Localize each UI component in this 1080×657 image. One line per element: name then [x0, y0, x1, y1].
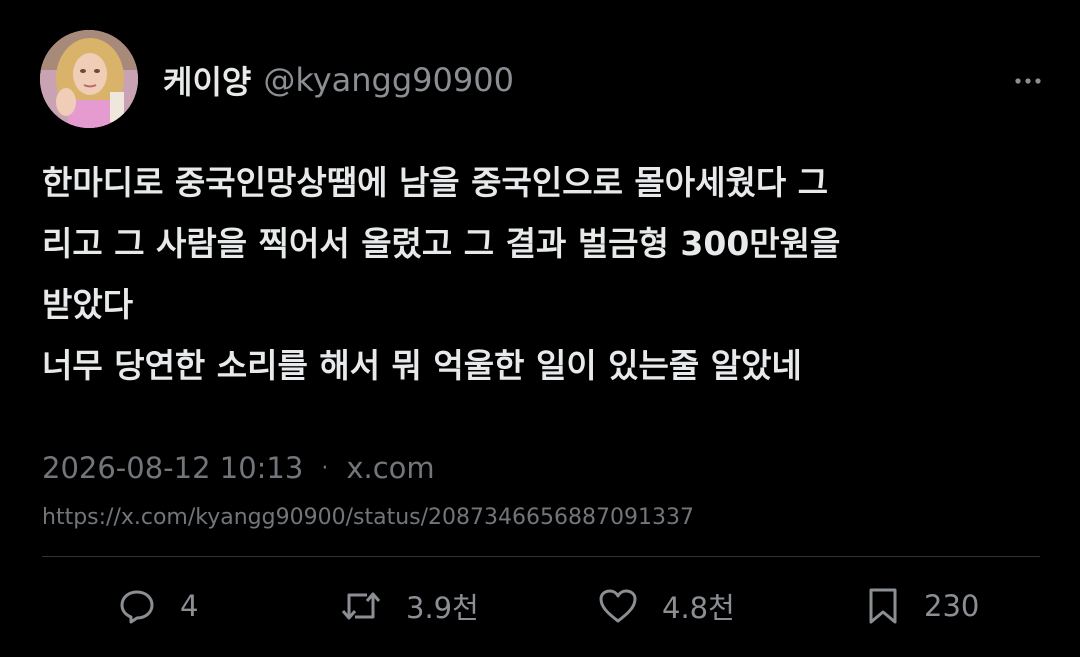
like-button[interactable]: 4.8천	[598, 584, 735, 628]
tweet-line: 리고 그 사람을 찍어서 올렸고 그 결과 벌금형 300만원을	[42, 224, 841, 263]
reply-count: 4	[180, 589, 199, 623]
tweet-text: 한마디로 중국인망상땜에 남을 중국인으로 몰아세웠다 그 리고 그 사람을 찍…	[42, 152, 1042, 396]
status-url: https://x.com/kyangg90900/status/2087346…	[42, 500, 694, 534]
retweet-count: 3.9천	[406, 591, 479, 625]
tweet-line: 너무 당연한 소리를 해서 뭐 억울한 일이 있는줄 알았네	[42, 346, 802, 385]
meta-separator: ·	[321, 455, 329, 481]
display-name[interactable]: 케이양	[163, 57, 251, 103]
status-url-text[interactable]: https://x.com/kyangg90900/status/2087346…	[42, 505, 694, 530]
like-count: 4.8천	[662, 591, 735, 625]
profile-photo	[40, 30, 138, 128]
divider	[42, 556, 1040, 557]
more-options-button[interactable]	[1012, 70, 1044, 92]
author-row: 케이양 @kyangg90900	[163, 58, 514, 102]
retweet-button[interactable]: 3.9천	[340, 584, 479, 628]
retweet-icon	[341, 592, 381, 620]
timestamp[interactable]: 2026-08-12 10:13	[42, 451, 303, 485]
more-dots-icon	[1015, 78, 1041, 84]
tweet-line: 한마디로 중국인망상땜에 남을 중국인으로 몰아세웠다 그	[42, 163, 829, 202]
source-link[interactable]: x.com	[346, 451, 434, 485]
bookmark-icon	[869, 588, 897, 624]
reply-button[interactable]: 4	[118, 584, 198, 628]
heart-icon	[599, 589, 637, 623]
avatar[interactable]	[40, 30, 138, 128]
reply-icon	[120, 590, 154, 624]
tweet-line: 받았다	[42, 285, 134, 324]
tweet-meta: 2026-08-12 10:13 · x.com	[42, 446, 435, 490]
bookmark-button[interactable]: 230	[866, 584, 979, 628]
bookmark-count: 230	[924, 589, 980, 623]
handle[interactable]: @kyangg90900	[263, 61, 514, 99]
